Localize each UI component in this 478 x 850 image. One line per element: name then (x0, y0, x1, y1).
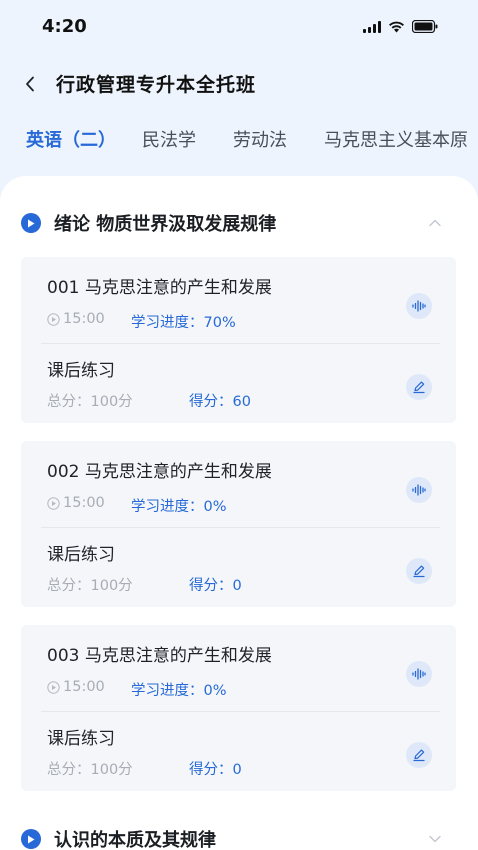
lesson-title[interactable]: 003 马克思注意的产生和发展 (47, 641, 272, 666)
lesson-duration: 15:00 (47, 311, 105, 327)
page-title: 行政管理专升本全托班 (56, 74, 257, 96)
edit-exercise-button[interactable] (406, 742, 432, 768)
pencil-icon (413, 565, 425, 578)
status-icons (363, 20, 438, 33)
play-circle-icon (47, 312, 60, 326)
chevron-left-icon (26, 76, 34, 92)
audio-play-button[interactable] (406, 477, 432, 503)
back-button[interactable] (18, 70, 42, 98)
play-icon (21, 213, 41, 233)
section-title: 绪论 物质世界汲取发展规律 (54, 214, 277, 235)
total-score: 总分：100分 (47, 762, 133, 778)
tab-civil-law[interactable]: 民法学 (142, 126, 196, 152)
tab-marxism-basics[interactable]: 马克思主义基本原 (324, 126, 468, 152)
play-icon (21, 829, 41, 849)
audio-wave-icon (412, 300, 426, 312)
audio-wave-icon (412, 668, 426, 680)
duration-text: 15:00 (63, 495, 105, 511)
play-circle-icon (47, 680, 60, 694)
lesson-card: 002 马克思注意的产生和发展 15:00 学习进度：0% 课后练习 总分：10… (21, 441, 456, 607)
total-score: 总分：100分 (47, 394, 133, 410)
duration-text: 15:00 (63, 679, 105, 695)
section-header-cognition[interactable]: 认识的本质及其规律 (0, 819, 478, 850)
divider (41, 527, 440, 528)
duration-text: 15:00 (63, 311, 105, 327)
audio-play-button[interactable] (406, 661, 432, 687)
cellular-signal-icon (363, 20, 381, 33)
pencil-icon (413, 381, 425, 394)
nav-bar: 行政管理专升本全托班 (0, 64, 478, 104)
wifi-icon (388, 20, 405, 33)
score: 得分：0 (189, 762, 242, 778)
exercise-title[interactable]: 课后练习 (47, 356, 115, 381)
score: 得分：60 (189, 394, 251, 410)
play-circle-icon (47, 496, 60, 510)
pencil-icon (413, 749, 425, 762)
audio-play-button[interactable] (406, 293, 432, 319)
lesson-duration: 15:00 (47, 679, 105, 695)
total-score: 总分：100分 (47, 578, 133, 594)
study-progress: 学习进度：0% (131, 499, 227, 515)
edit-exercise-button[interactable] (406, 374, 432, 400)
course-tabs: 英语（二） 民法学 劳动法 马克思主义基本原 (0, 122, 478, 158)
section-title: 认识的本质及其规律 (54, 830, 216, 850)
tab-labor-law[interactable]: 劳动法 (233, 126, 287, 152)
exercise-title[interactable]: 课后练习 (47, 724, 115, 749)
status-time: 4:20 (42, 16, 87, 37)
exercise-title[interactable]: 课后练习 (47, 540, 115, 565)
lesson-card: 003 马克思注意的产生和发展 15:00 学习进度：0% 课后练习 总分：10… (21, 625, 456, 791)
audio-wave-icon (412, 484, 426, 496)
section-header-intro[interactable]: 绪论 物质世界汲取发展规律 (0, 203, 478, 243)
chevron-down-icon (429, 835, 441, 843)
tab-english-2[interactable]: 英语（二） (26, 126, 116, 152)
chevron-up-icon (429, 219, 441, 227)
lesson-card: 001 马克思注意的产生和发展 15:00 学习进度：70% 课后练习 总分：1… (21, 257, 456, 423)
lesson-title[interactable]: 001 马克思注意的产生和发展 (47, 273, 272, 298)
lesson-title[interactable]: 002 马克思注意的产生和发展 (47, 457, 272, 482)
lesson-duration: 15:00 (47, 495, 105, 511)
study-progress: 学习进度：0% (131, 683, 227, 699)
edit-exercise-button[interactable] (406, 558, 432, 584)
status-bar: 4:20 (0, 0, 478, 56)
chapter-list-panel: 绪论 物质世界汲取发展规律 001 马克思注意的产生和发展 15:00 学习进度… (0, 176, 478, 850)
score: 得分：0 (189, 578, 242, 594)
divider (41, 343, 440, 344)
study-progress: 学习进度：70% (131, 315, 236, 331)
battery-icon (412, 20, 438, 33)
divider (41, 711, 440, 712)
